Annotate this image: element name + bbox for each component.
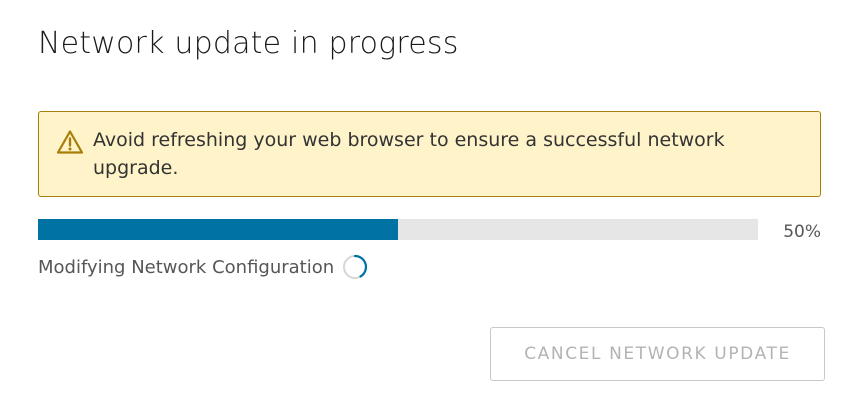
warning-alert: Avoid refreshing your web browser to ens… — [38, 111, 821, 197]
status-row: Modifying Network Configuration — [38, 254, 368, 280]
loading-spinner-icon — [342, 254, 368, 280]
progress-bar-fill — [38, 219, 398, 240]
progress-bar — [38, 219, 758, 240]
status-text: Modifying Network Configuration — [38, 256, 335, 278]
alert-message: Avoid refreshing your web browser to ens… — [93, 129, 725, 179]
warning-triangle-icon — [56, 129, 84, 155]
progress-percent: 50% — [783, 222, 821, 242]
network-update-dialog: Network update in progress Avoid refresh… — [0, 0, 857, 412]
dialog-title: Network update in progress — [38, 26, 459, 61]
cancel-network-update-button[interactable]: CANCEL NETWORK UPDATE — [490, 327, 825, 381]
